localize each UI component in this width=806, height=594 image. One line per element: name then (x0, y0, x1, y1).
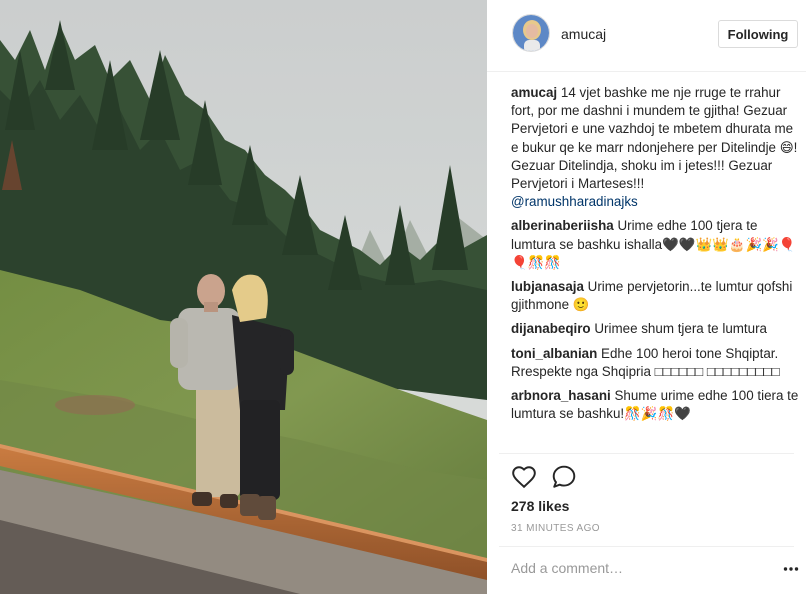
caption: amucaj 14 vjet bashke me nje rruge te rr… (511, 84, 801, 211)
heart-icon[interactable] (511, 464, 537, 490)
mention-link[interactable]: @ramushharadinajks (511, 193, 801, 211)
like-count[interactable]: 278 likes (511, 498, 569, 514)
comment-username[interactable]: dijanabeqiro (511, 321, 591, 336)
comment-text: 14 vjet bashke me nje rruge te rrahur fo… (511, 85, 798, 192)
post-photo[interactable] (0, 0, 487, 594)
avatar[interactable] (512, 14, 550, 52)
comment-text: Urimee shum tjera te lumtura (594, 321, 768, 337)
comment-username[interactable]: lubjanasaja (511, 279, 584, 294)
comment-username[interactable]: arbnora_hasani (511, 388, 611, 403)
list-item: arbnora_hasani Shume urime edhe 100 tier… (511, 387, 801, 423)
post-header: amucaj Following (487, 0, 806, 72)
list-item: toni_albanian Edhe 100 heroi tone Shqipt… (511, 345, 801, 381)
comment-username[interactable]: toni_albanian (511, 346, 597, 361)
post-author-username[interactable]: amucaj (561, 26, 606, 42)
list-item: alberinaberiisha Urime edhe 100 tjera te… (511, 217, 801, 272)
post-photo-image (0, 0, 487, 594)
comments-list[interactable]: amucaj 14 vjet bashke me nje rruge te rr… (511, 84, 801, 454)
following-button[interactable]: Following (718, 20, 798, 48)
comment-username[interactable]: alberinaberiisha (511, 218, 614, 233)
ellipsis-icon[interactable] (783, 562, 799, 574)
list-item: dijanabeqiro Urimee shum tjera te lumtur… (511, 320, 801, 338)
divider (499, 546, 794, 547)
post-side-panel: amucaj Following amucaj 14 vjet bashke m… (487, 0, 806, 594)
avatar-image (513, 15, 549, 51)
list-item: lubjanasaja Urime pervjetorin...te lumtu… (511, 278, 801, 314)
comment-username[interactable]: amucaj (511, 85, 557, 100)
divider (499, 453, 794, 454)
add-comment-input[interactable] (511, 560, 751, 576)
speech-bubble-icon[interactable] (551, 464, 577, 490)
post-timestamp: 31 MINUTES AGO (511, 523, 600, 534)
